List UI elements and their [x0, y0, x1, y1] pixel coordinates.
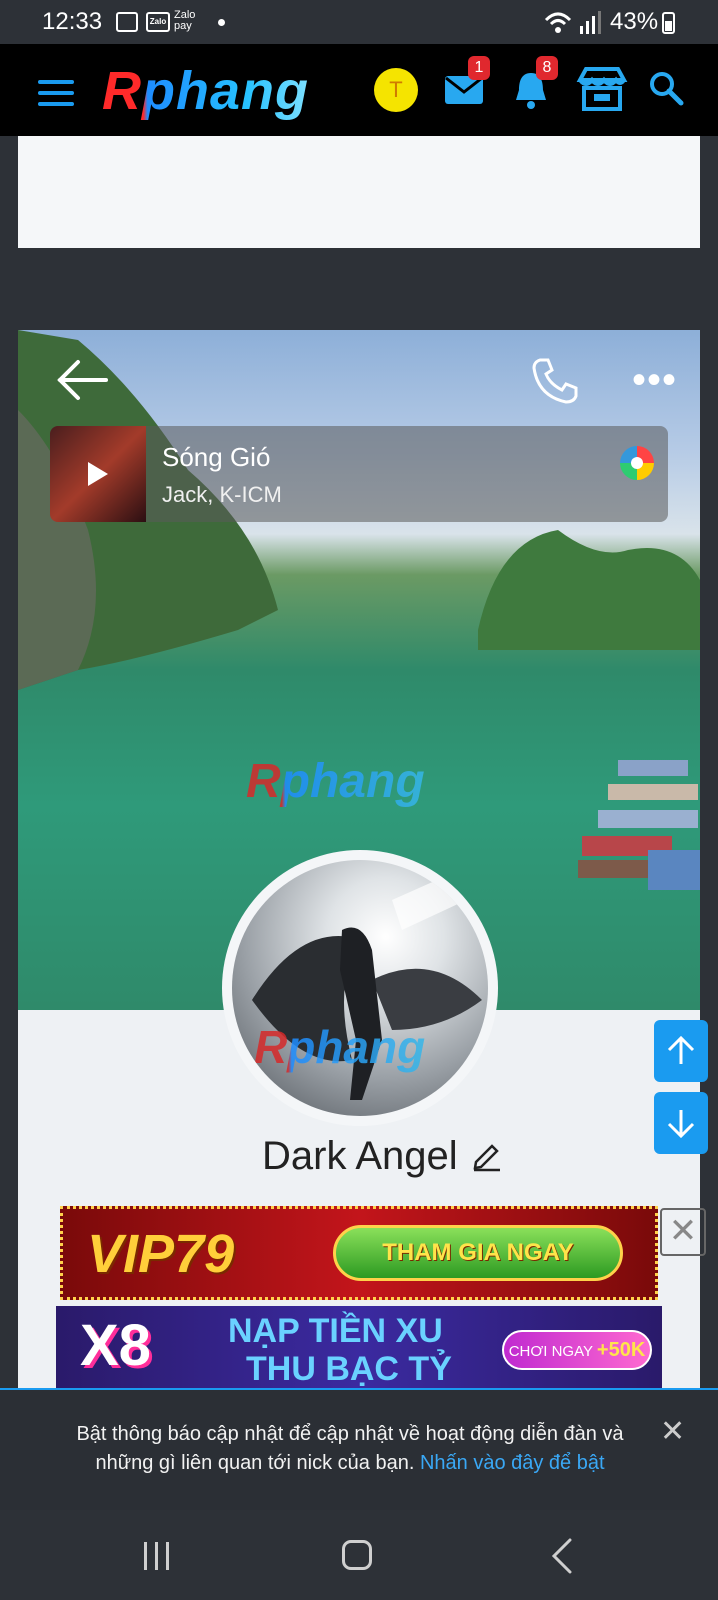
play-icon[interactable] — [88, 462, 108, 486]
ad-join-button[interactable]: THAM GIA NGAY — [333, 1225, 623, 1281]
store-icon[interactable] — [576, 66, 628, 112]
back-arrow-icon[interactable] — [56, 358, 110, 402]
status-time: 12:33 — [42, 8, 103, 35]
ad-bonus: +50K — [596, 1339, 646, 1361]
cover-cliffs-right — [478, 530, 700, 650]
search-icon[interactable] — [648, 70, 684, 106]
cover-watermark: Rphang — [246, 755, 425, 808]
push-notification-prompt: Bật thông báo cập nhật để cập nhật về ho… — [0, 1388, 718, 1510]
ad-logo: VIP79 — [87, 1224, 235, 1284]
edit-pencil-icon[interactable] — [470, 1138, 504, 1172]
arrow-up-icon — [667, 1035, 695, 1064]
ad-play-label: CHƠI NGAY — [508, 1343, 593, 1360]
menu-icon[interactable] — [38, 80, 74, 106]
ad-close-button[interactable]: ✕ — [660, 1208, 706, 1256]
dark-angel-illustration — [252, 860, 488, 1100]
arrow-down-icon — [667, 1110, 695, 1139]
song-artist: Jack, K-ICM — [162, 482, 282, 507]
notification-dot-icon — [218, 19, 225, 26]
more-options-icon[interactable]: ••• — [632, 360, 677, 400]
battery-percent: 43% — [610, 8, 659, 35]
zalo-icon: Zalo — [146, 12, 170, 32]
enable-notifications-link[interactable]: Nhấn vào đây để bật — [420, 1452, 605, 1474]
content-card — [18, 136, 700, 248]
ad-play-button[interactable]: CHƠI NGAY +50K — [502, 1330, 652, 1370]
ad-banner-vip79[interactable]: VIP79 THAM GIA NGAY — [60, 1206, 658, 1300]
notification-message: Bật thông báo cập nhật để cập nhật về ho… — [60, 1420, 640, 1478]
image-icon — [116, 12, 138, 32]
zalo-pay-icon: Zalo pay — [174, 9, 196, 32]
music-disc-icon[interactable] — [620, 446, 654, 480]
wifi-signal-icon — [544, 11, 601, 34]
ad-subheadline: THU BẠC TỶ — [246, 1350, 452, 1388]
back-button[interactable] — [550, 1538, 574, 1574]
user-avatar[interactable]: T — [374, 68, 418, 112]
music-player[interactable]: Sóng Gió Jack, K-ICM — [50, 426, 668, 522]
scroll-down-button[interactable] — [654, 1092, 708, 1154]
avatar-watermark: Rphang — [254, 1021, 426, 1073]
cover-boats — [578, 760, 700, 890]
messages-count-badge: 1 — [468, 56, 490, 80]
ad-headline: NẠP TIỀN XU — [228, 1312, 443, 1350]
ad-logo: X8 — [80, 1313, 151, 1378]
battery-icon — [662, 12, 675, 34]
song-title: Sóng Gió — [162, 442, 271, 472]
notifications-count-badge: 8 — [536, 56, 558, 80]
profile-avatar[interactable]: Rphang — [232, 860, 488, 1116]
profile-name: Dark Angel — [262, 1134, 458, 1178]
site-logo[interactable]: Rphang — [102, 60, 309, 122]
ad-banner-x8[interactable]: X8 NẠP TIỀN XU THU BẠC TỶ CHƠI NGAY +50K — [56, 1306, 662, 1390]
close-icon[interactable]: ✕ — [660, 1414, 685, 1449]
phone-icon[interactable] — [530, 356, 580, 406]
home-button[interactable] — [342, 1540, 372, 1570]
recent-apps-button[interactable] — [142, 1542, 172, 1570]
scroll-up-button[interactable] — [654, 1020, 708, 1082]
